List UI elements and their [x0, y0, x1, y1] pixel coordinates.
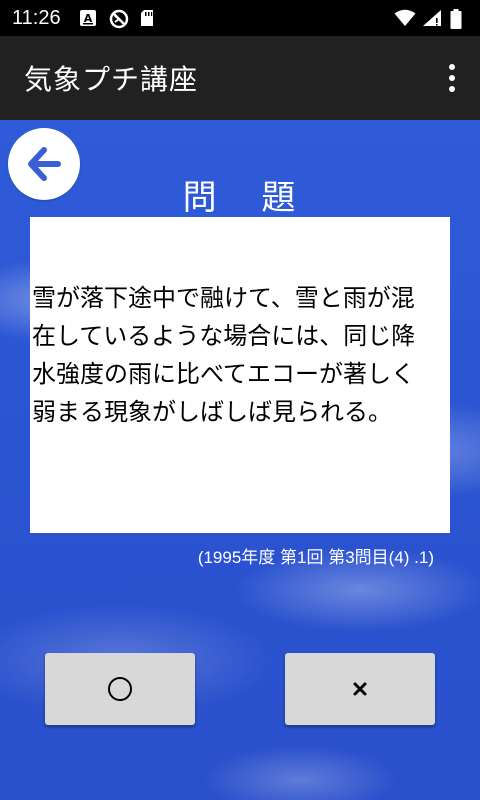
no-sync-icon	[109, 9, 128, 29]
cross-icon	[353, 682, 367, 696]
wifi-icon	[394, 9, 416, 27]
status-icons-right	[394, 9, 468, 29]
circle-icon	[108, 677, 132, 701]
menu-dot	[449, 64, 455, 70]
question-card: 雪が落下途中で融けて、雪と雨が混在しているような場合には、同じ降水強度の雨に比べ…	[30, 217, 450, 533]
font-a-icon: A	[79, 9, 97, 27]
question-content: 問 題 雪が落下途中で融けて、雪と雨が混在しているような場合には、同じ降水強度の…	[0, 120, 480, 800]
status-time: 11:26	[12, 6, 61, 29]
page-title: 問 題	[182, 178, 298, 218]
app-title: 気象プチ講座	[24, 63, 199, 96]
menu-dot	[449, 86, 455, 92]
answer-false-button[interactable]	[285, 653, 435, 725]
question-text: 雪が落下途中で融けて、雪と雨が混在しているような場合には、同じ降水強度の雨に比べ…	[32, 284, 416, 426]
app-bar: 気象プチ講座	[0, 36, 480, 120]
app-screen: 11:26 A 気象プチ講座 問 題 雪が落下途中で融けて、雪と雨が混在している…	[0, 0, 480, 800]
more-vert-icon[interactable]	[446, 64, 458, 92]
source-note: (1995年度 第1回 第3問目(4) .1)	[197, 548, 434, 567]
answer-true-button[interactable]	[45, 653, 195, 725]
status-icons-left: A	[79, 9, 157, 29]
sd-card-icon	[139, 9, 157, 27]
status-bar: 11:26 A	[0, 0, 480, 36]
battery-icon	[450, 9, 468, 29]
signal-icon	[422, 9, 441, 27]
menu-dot	[449, 75, 455, 81]
